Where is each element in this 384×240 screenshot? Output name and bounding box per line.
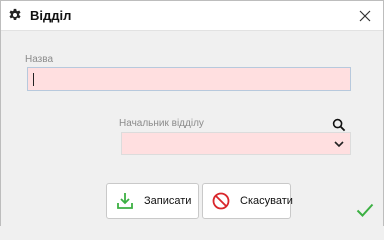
search-icon[interactable] (332, 118, 346, 132)
close-button[interactable] (355, 6, 375, 26)
chevron-down-icon[interactable] (333, 139, 345, 149)
save-button-label: Записати (144, 195, 192, 207)
cancel-button-label: Скасувати (240, 195, 293, 207)
department-head-label: Начальник відділу (119, 118, 204, 129)
department-head-select[interactable] (121, 132, 351, 155)
close-icon (359, 10, 371, 22)
name-input[interactable] (27, 67, 351, 91)
download-icon (117, 193, 133, 209)
prohibited-icon (212, 192, 230, 210)
department-dialog: Відділ Назва Начальник відділу Записати … (0, 0, 384, 226)
text-caret (33, 73, 34, 86)
title-bar: Відділ (1, 1, 383, 31)
form-area: Назва Начальник відділу Записати Скасува… (1, 32, 383, 226)
window-title: Відділ (30, 8, 72, 23)
cancel-button[interactable]: Скасувати (202, 183, 293, 219)
checkmark-icon[interactable] (356, 202, 374, 218)
save-button[interactable]: Записати (106, 183, 199, 219)
gear-icon (9, 8, 21, 20)
name-label: Назва (25, 54, 54, 65)
